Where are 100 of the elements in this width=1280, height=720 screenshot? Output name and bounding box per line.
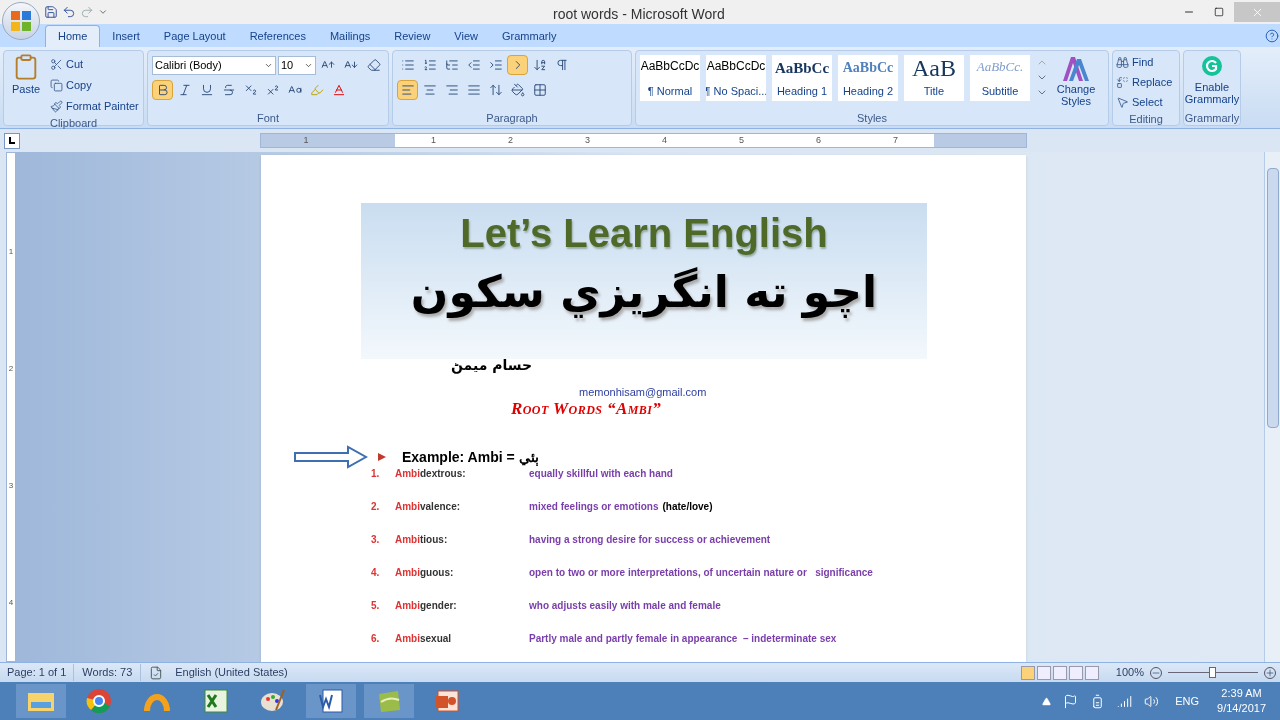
- clipboard-action[interactable]: Cut: [50, 55, 139, 74]
- zoom-slider[interactable]: [1168, 666, 1258, 679]
- zoom-level[interactable]: 100%: [1115, 664, 1144, 681]
- document-heading: Root Words “Ambi”: [511, 399, 662, 419]
- root-word: Ambisexual: [395, 632, 453, 646]
- style-item[interactable]: AaBbCc Heading 1: [772, 55, 832, 101]
- bullet-icon: [378, 453, 386, 461]
- view-icon[interactable]: [1020, 665, 1035, 680]
- style-item[interactable]: AaBbCc. Subtitle: [970, 55, 1030, 101]
- ruler-number: 6: [816, 133, 821, 147]
- style-item[interactable]: AaB Title: [904, 55, 964, 101]
- font-size-field[interactable]: 10: [277, 55, 316, 75]
- show-marks-icon: [554, 58, 569, 72]
- bold-button[interactable]: [152, 80, 173, 100]
- word-meaning: mixed feelings or emotions (hate/love): [529, 500, 714, 514]
- banner-subtitle: اچو ته انگريزي سکون: [410, 265, 878, 320]
- office-button[interactable]: [2, 2, 40, 40]
- notebook-app-icon[interactable]: [364, 684, 414, 718]
- ruler-number: 3: [585, 133, 590, 147]
- ribbon-tab[interactable]: Mailings: [317, 25, 383, 47]
- bullets-icon: [400, 58, 415, 72]
- caret-icon: [98, 7, 108, 17]
- author-name: حسام ميمڻ: [451, 356, 533, 376]
- volume-icon: [1144, 693, 1160, 709]
- ruler-number: 2: [508, 133, 513, 147]
- restore-icon: [1214, 7, 1224, 17]
- proofing-icon: [149, 665, 164, 680]
- word-meaning: equally skillful with each hand: [529, 467, 674, 481]
- clock[interactable]: 2:39 AM 9/14/2017: [1217, 686, 1266, 716]
- align-left-button[interactable]: [397, 80, 418, 100]
- redo-button[interactable]: [80, 5, 94, 19]
- word-count[interactable]: Words: 73: [74, 664, 142, 681]
- align-right-icon: [444, 83, 459, 97]
- view-icon[interactable]: [1084, 665, 1099, 680]
- view-icon[interactable]: [1052, 665, 1067, 680]
- ribbon-tab[interactable]: Page Layout: [151, 25, 238, 47]
- root-word: Ambidextrous:: [395, 467, 467, 481]
- center-icon: [422, 83, 437, 97]
- language-status[interactable]: English (United States): [171, 664, 292, 681]
- font-color-icon: [331, 83, 346, 97]
- ruler-number: 7: [893, 133, 898, 147]
- clipboard-action[interactable]: Format Painter: [50, 97, 139, 116]
- file-explorer-icon[interactable]: [16, 684, 66, 718]
- undo-button[interactable]: [62, 5, 76, 19]
- customize-toolbar-button[interactable]: [98, 7, 108, 17]
- flag-icon: [1063, 693, 1079, 709]
- redo-icon: [80, 5, 94, 19]
- word-meaning: Partly male and partly female in appearance – indeterminate sex: [529, 632, 838, 646]
- pointer-icon: [1116, 96, 1129, 109]
- ribbon-tab[interactable]: Insert: [100, 25, 152, 47]
- document-app-icon[interactable]: [306, 684, 356, 718]
- font-name-field[interactable]: Calibri (Body): [152, 55, 276, 75]
- ribbon-tab[interactable]: References: [237, 25, 318, 47]
- zoom-thumb[interactable]: [1209, 667, 1216, 678]
- input-language[interactable]: ENG: [1175, 692, 1200, 710]
- paste-button[interactable]: Paste: [6, 53, 46, 116]
- sort-icon: [532, 58, 547, 72]
- page-count[interactable]: Page: 1 of 1: [0, 664, 75, 681]
- show-hidden-icon: [1042, 696, 1052, 706]
- ruler-number: 1: [302, 133, 310, 147]
- scroll-thumb[interactable]: [1266, 168, 1279, 428]
- view-icon[interactable]: [1068, 665, 1083, 680]
- line-spacing-icon: [488, 83, 503, 97]
- grammarly-logo-icon: [1201, 55, 1223, 77]
- word-meaning: open to two or more interpretations, of uncertain nature or significance: [529, 566, 873, 580]
- ruler-number: 4: [662, 133, 667, 147]
- highlight-icon: [309, 83, 324, 97]
- tab-stop-icon: [9, 137, 15, 144]
- ribbon-tab[interactable]: Review: [382, 25, 443, 47]
- superscript-icon: [265, 83, 280, 97]
- list-number: 2.: [371, 500, 381, 514]
- ribbon-tab[interactable]: Grammarly: [490, 25, 569, 47]
- save-button[interactable]: [44, 5, 58, 19]
- view-icon[interactable]: [1036, 665, 1051, 680]
- group-label: Styles: [856, 111, 888, 125]
- word-meaning: having a strong desire for success or achievement: [529, 533, 772, 547]
- increase-indent-icon: [488, 58, 503, 72]
- office-logo-icon: [10, 10, 32, 32]
- style-item[interactable]: AaBbCc Heading 2: [838, 55, 898, 101]
- signal-icon: [1117, 693, 1133, 709]
- root-word: Ambivalence:: [395, 500, 462, 514]
- multilevel-list-icon: [444, 58, 459, 72]
- style-item[interactable]: AaBbCcDc ¶ Normal: [640, 55, 700, 101]
- group-label: Font: [256, 111, 280, 125]
- editing-action[interactable]: Find: [1116, 53, 1176, 72]
- numbering-icon: [422, 58, 437, 72]
- change-styles-button[interactable]: Change Styles: [1054, 55, 1098, 107]
- ribbon-tab[interactable]: View: [442, 25, 490, 47]
- editing-action[interactable]: Replace: [1116, 73, 1176, 92]
- list-number: 4.: [371, 566, 381, 580]
- root-word: Ambigender:: [395, 599, 458, 613]
- editing-action[interactable]: Select: [1116, 93, 1176, 112]
- clipboard-action[interactable]: Copy: [50, 76, 139, 95]
- tab-selector[interactable]: [4, 132, 20, 149]
- styles-icon: [1061, 55, 1091, 83]
- paintbrush-icon: [50, 100, 63, 113]
- enable-grammarly-button[interactable]: Enable Grammarly: [1184, 55, 1240, 111]
- vertical-scrollbar[interactable]: [1264, 152, 1280, 662]
- ribbon-tab[interactable]: Home: [45, 25, 101, 47]
- vertical-ruler: 1 2 3 4: [6, 152, 16, 662]
